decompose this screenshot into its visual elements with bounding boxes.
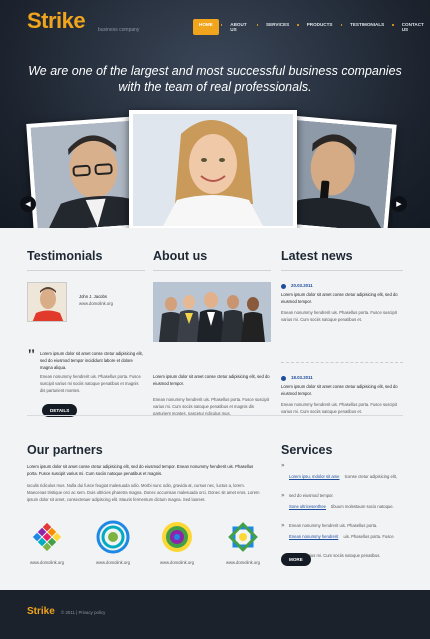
tagline: business company xyxy=(98,27,140,33)
partners-lead: Lorem ipsum dolor sit amet conse ctetur … xyxy=(27,464,254,476)
diamond-mosaic-icon xyxy=(32,522,62,552)
service-link[interactable]: Enean nonummy hendrerit xyxy=(289,534,338,539)
news-item: 18.03.2011 Lorem ipsum dolor sit amet co… xyxy=(281,375,403,415)
chevron-left-icon: ◀ xyxy=(25,200,31,208)
team-photo xyxy=(153,282,271,342)
news-date: 20.03.2011 xyxy=(281,283,403,289)
testimonials-title: Testimonials xyxy=(27,249,103,263)
news-lead[interactable]: Lorem ipsum dolor sit amet conse ctetur … xyxy=(281,383,403,397)
logo[interactable]: Strike xyxy=(27,8,86,34)
footer-copyright[interactable]: © 2011 | Privacy policy xyxy=(61,610,105,615)
more-button[interactable]: More xyxy=(281,553,311,566)
divider xyxy=(27,270,145,271)
slider-prev-button[interactable]: ◀ xyxy=(20,196,36,212)
main-content: Testimonials John J. Jacobs www.domolink… xyxy=(0,228,430,590)
about-body: Enean nonummy hendrerit uis. Phasellus p… xyxy=(153,397,269,416)
circle-flower-icon xyxy=(96,520,130,554)
businessman-phone-image xyxy=(287,120,393,228)
partners-body: Iaculis ridiculus mus. Nulla dui fusce f… xyxy=(27,483,260,502)
partner-logo[interactable]: www.domolink.org xyxy=(27,519,67,566)
service-link[interactable]: Sone ultricesenthee xyxy=(289,504,326,509)
partner-url[interactable]: www.domolink.org xyxy=(223,559,263,566)
footer: Strike © 2011 | Privacy policy xyxy=(0,590,430,639)
nav-separator xyxy=(392,24,394,26)
partner-url[interactable]: www.domolink.org xyxy=(157,559,197,566)
section-divider xyxy=(27,415,403,416)
about-lead: Lorem ipsum dolor sit amet conse ctetur … xyxy=(153,374,270,386)
news-item: 20.03.2011 Lorem ipsum dolor sit amet co… xyxy=(281,283,403,323)
businesswoman-image xyxy=(133,114,293,226)
services-title: Services xyxy=(281,443,333,457)
service-link[interactable]: Lorem ipsu, mdolor sit ame xyxy=(289,474,340,479)
partner-url[interactable]: www.domolink.org xyxy=(27,559,67,566)
avatar xyxy=(27,282,67,322)
footer-logo[interactable]: Strike xyxy=(27,606,55,617)
slide-photo-left xyxy=(26,116,144,228)
divider xyxy=(281,270,403,271)
slider-next-button[interactable]: ▶ xyxy=(391,196,407,212)
news-section: Latest news 20.03.2011 Lorem ipsum dolor… xyxy=(281,249,403,419)
testimonial-quote: Lorem ipsum dolor sit amet conse ctetur … xyxy=(40,351,143,370)
nav-testimonials[interactable]: Testimonials xyxy=(344,19,390,35)
nav-contact-us[interactable]: Contact Us xyxy=(396,19,430,35)
partners-title: Our partners xyxy=(27,443,103,457)
services-section: Services Lorem ipsu, mdolor sit ame tcon… xyxy=(281,443,403,573)
testimonial-author-link[interactable]: www.domolink.org xyxy=(79,300,113,307)
divider xyxy=(153,270,271,271)
ring-logo-icon xyxy=(162,522,192,552)
slide-photo-right xyxy=(283,115,397,228)
nav-about-us[interactable]: About Us xyxy=(224,19,254,35)
slide-photo-center xyxy=(129,110,297,228)
news-title: Latest news xyxy=(281,249,353,263)
nav-products[interactable]: Products xyxy=(301,19,339,35)
chevron-right-icon: ▶ xyxy=(396,200,402,208)
news-divider xyxy=(281,362,403,363)
nav-separator xyxy=(256,24,259,26)
nav-separator xyxy=(220,24,223,26)
testimonials-section: Testimonials John J. Jacobs www.domolink… xyxy=(27,249,145,419)
quote-icon: " xyxy=(27,347,36,364)
partner-logo[interactable]: www.domolink.org xyxy=(157,519,197,566)
header: Strike business company Home About Us Se… xyxy=(0,0,430,228)
news-body: Enean nonummy hendrerit uis. Phasellus p… xyxy=(281,310,397,322)
news-date: 18.03.2011 xyxy=(281,375,403,381)
testimonial-author: John J. Jacobs xyxy=(79,294,107,299)
nav-separator xyxy=(340,24,343,26)
nav-services[interactable]: Services xyxy=(260,19,295,35)
about-title: About us xyxy=(153,249,208,263)
partner-url[interactable]: www.domolink.org xyxy=(93,559,133,566)
about-section: About us Lorem ipsum dolor sit amet cons… xyxy=(153,249,271,419)
testimonial-body: Enean nonummy hendrerit uis. Phasellus p… xyxy=(40,374,141,393)
partners-section: Our partners Lorem ipsum dolor sit amet … xyxy=(27,443,263,573)
partner-logo[interactable]: www.domolink.org xyxy=(223,519,263,566)
hero-headline: We are one of the largest and most succe… xyxy=(28,64,402,94)
star-logo-icon xyxy=(228,522,258,552)
nav-home[interactable]: Home xyxy=(193,19,219,35)
main-nav: Home About Us Services Products Testimon… xyxy=(193,19,430,35)
news-body: Enean nonummy hendrerit uis. Phasellus p… xyxy=(281,402,397,414)
partner-logo[interactable]: www.domolink.org xyxy=(93,519,133,566)
nav-separator xyxy=(297,24,299,26)
news-lead[interactable]: Lorem ipsum dolor sit amet conse ctetur … xyxy=(281,291,403,305)
businessman-glasses-image xyxy=(30,120,140,228)
